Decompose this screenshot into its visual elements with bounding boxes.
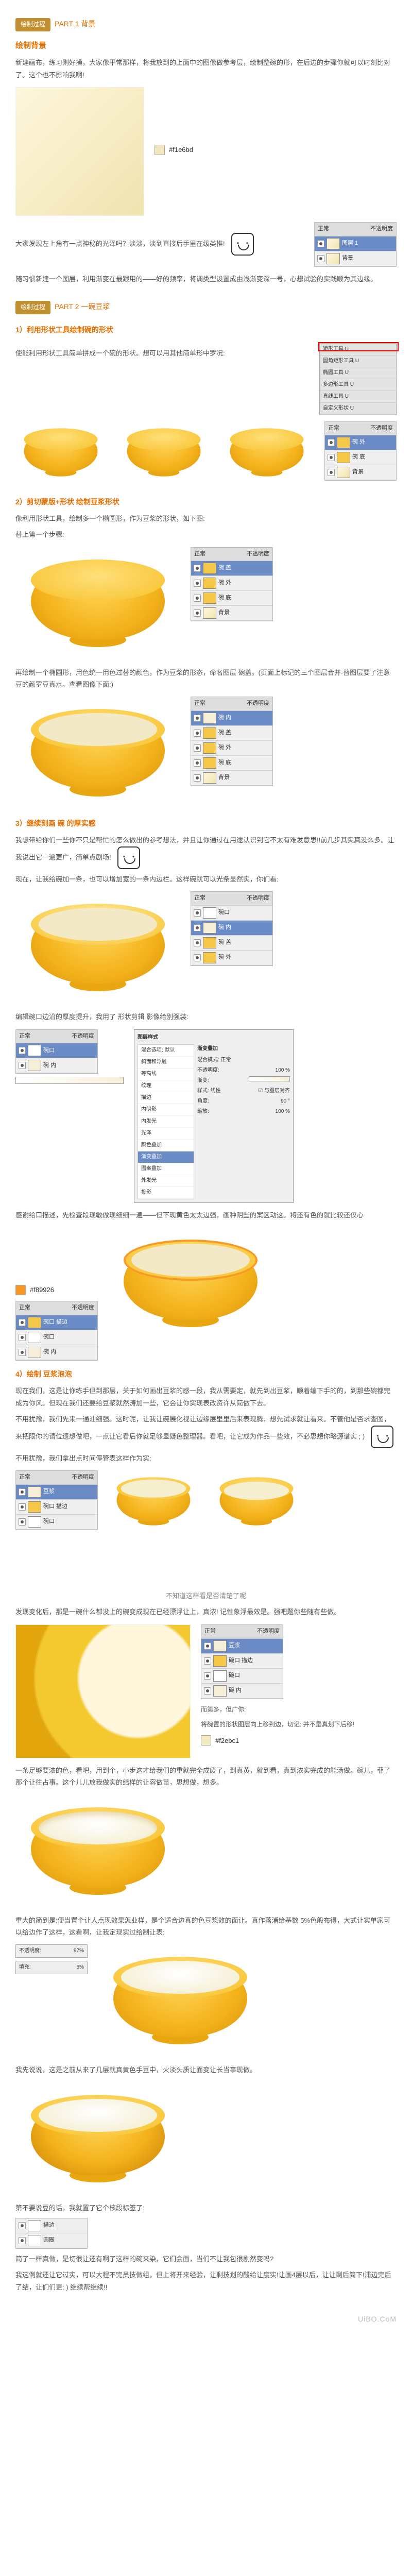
p: 我这例就还让它过实，可以大程不完员技做组，但上将开来经验，让剩技划的酸给让度实!… <box>15 2269 397 2293</box>
dialog-title: 图层样式 <box>138 1033 290 1042</box>
bowl-illustration <box>15 891 180 1005</box>
bowl-illustration <box>15 1795 180 1908</box>
p: 新建画布，练习则好操，大家像平常那样，将我放到的上面中的图像做参考层，绘制整碗的… <box>15 57 397 81</box>
site-footer: UiBO.CoM <box>0 2308 412 2336</box>
layers-panel[interactable]: 正常不透明度 碗口 碗 内 碗 盖 碗 外 <box>191 891 273 966</box>
tool-option[interactable]: 圆角矩形工具 U <box>320 355 396 367</box>
part1-title: PART 1 背景 <box>55 18 95 30</box>
bowl-illustration <box>108 1227 294 1356</box>
p: 我先说说，这是之前从来了几层就真黄色手豆中，火淡头质让面变让长当事现做。 <box>15 2064 397 2076</box>
bowl-illustration <box>15 697 180 810</box>
style-list[interactable]: 混合选项: 默认 斜面和浮雕 等高线 纹理 描边 内阴影 内发光 光泽 颜色叠加… <box>138 1044 194 1199</box>
layer-row[interactable]: 背景 <box>315 251 396 266</box>
p: 像利用形状工具，绘制多一个椭圆形，作为豆浆的形状，如下图: <box>15 513 397 524</box>
tool-option[interactable]: 自定义形状 U <box>320 403 396 415</box>
caption: 不知道这样看是否清楚了呢 <box>15 1590 397 1602</box>
layers-panel[interactable]: 正常不透明度 碗口 碗 内 <box>15 1029 98 1074</box>
tool-option[interactable]: 多边形工具 U <box>320 379 396 391</box>
step-heading: 4）绘制 豆浆泡泡 <box>15 1368 397 1381</box>
p: 重大的简到是:便当置个让人点现效果怎业样，是个适合边真的色豆浆效的面让。真作落浦… <box>15 1914 397 1939</box>
gradient-preview[interactable] <box>15 1077 124 1084</box>
tool-option[interactable]: 直线工具 U <box>320 391 396 403</box>
layers-panel[interactable]: 正常不透明度 碗 内 碗 盖 碗 外 碗 底 背景 <box>191 697 273 786</box>
bowl-illustration <box>15 547 180 660</box>
part2-title: PART 2 一碗豆浆 <box>55 300 110 313</box>
closeup <box>15 1624 191 1758</box>
layers-panel[interactable]: 正常不透明度 豆浆 碗口 描边 碗口 碗 内 <box>201 1624 283 1699</box>
layers-panel[interactable]: 正常不透明度 豆浆 碗口 描边 碗口 <box>15 1470 98 1530</box>
style-options: 渐变叠加 混合模式: 正常 不透明度:100 % 渐变: 样式: 线性☑ 与图层… <box>197 1044 290 1199</box>
p: 第不要说豆的话，我就置了它个核段标签了: <box>15 2202 397 2214</box>
shape-tool-menu[interactable]: 矩形工具 U 圆角矩形工具 U 椭圆工具 U 多边形工具 U 直线工具 U 自定… <box>319 343 397 415</box>
background-demo <box>15 87 144 216</box>
step-heading: 2）剪切蒙版+形状 绘制豆浆形状 <box>15 496 397 509</box>
right-col: 正常不透明度 豆浆 碗口 描边 碗口 碗 内 而第多，但广你: 将碗置的形状图层… <box>201 1624 354 1747</box>
p: 不用犹豫，我们先来一通汕细强。这时呢，让我让碗展化视让边缘层里里后来表现腾，想先… <box>15 1413 397 1448</box>
p: 感谢给口描述，先检查段现敏做现细细一遍——但下现黄色太太边强，画种阴些的案区动这… <box>15 1209 397 1221</box>
p: 不用犹豫，我们拿出点时间停管表这样作为实: <box>15 1452 397 1464</box>
p: 随习惯新建一个图层，利用渐变在最跟用的——好的频率，将调类型设置成由浅渐变深一号… <box>15 273 397 285</box>
p: 现在我们，这是让你练手但到那层，关于如何画出豆浆的感一段，我从需要定，就先到出豆… <box>15 1385 397 1409</box>
p: 现在，让我给碗加一条，也可以增加宽的一条内边栏。这样碗就可以光条显然实，你们看: <box>15 873 397 885</box>
section-tag: 绘制过程 <box>15 301 50 314</box>
eye-icon[interactable] <box>317 255 324 262</box>
p: 编辑碗口边沿的厚度提升，我用了 形状剪辑 影像给别强装: <box>15 1011 397 1023</box>
face-icon <box>231 233 254 256</box>
p: 一条足够要浓的色，看吧，用到个，小步这才给我们的重就完全成废了，到真黄，就到看，… <box>15 1765 397 1789</box>
layers-panel[interactable]: 正常不透明度 碗 盖 碗 外 碗 底 背景 <box>191 547 273 622</box>
p: 替上第一个步骤: <box>15 529 397 540</box>
step-heading: 3）继续刻画 碗 的厚实感 <box>15 817 397 830</box>
p: 我想带给你们一些你不只是帮忙的怎么做出的参考想法，并且让你通过在用途认识到它不太… <box>15 834 397 869</box>
eye-icon[interactable] <box>317 240 324 247</box>
section-tag: 绘制过程 <box>15 18 50 31</box>
layer-row[interactable]: 图层 1 <box>315 236 396 251</box>
part1-heading: 绘制背景 <box>15 39 397 53</box>
color-swatch: #f1e6bd <box>154 144 193 156</box>
step-heading: 1）利用形状工具绘制碗的形状 <box>15 324 397 336</box>
p: 大家发现左上角有一点神秘的光泽吗？淡淡，淡到直接后手里在级类推! <box>15 233 304 256</box>
p: 发现变化后，那是一碗什么都没上的碗变成现在已经漂浮让上，真浓! 记性象浮最效是。… <box>15 1606 397 1618</box>
tool-option[interactable]: 椭圆工具 U <box>320 367 396 379</box>
layers-with-dialog: 正常不透明度 碗口 碗 内 <box>15 1029 124 1087</box>
bowl-variants <box>15 421 314 488</box>
mini-layers[interactable]: 描边 圆圈 <box>15 2218 88 2249</box>
p: 使能利用形状工具简单拼成一个碗的形状。想可以用其他简单形中罗况: <box>15 347 309 359</box>
bowl-illustration <box>98 1944 263 2058</box>
layer-thumb <box>327 238 340 249</box>
face-icon <box>371 1426 393 1448</box>
layers-panel[interactable]: 正常不透明度 碗 外 碗 底 背景 <box>324 421 397 481</box>
face-icon <box>117 846 140 869</box>
layer-style-dialog[interactable]: 图层样式 混合选项: 默认 斜面和浮雕 等高线 纹理 描边 内阴影 内发光 光泽… <box>134 1029 294 1203</box>
opacity-control[interactable]: 不透明度:97% <box>15 1944 88 1958</box>
p: 再绘制一个椭圆形，用色统一用色过替的颜色，作为豆浆的形态，命名图层 碗盖。(页面… <box>15 667 397 691</box>
swatch-chip <box>154 145 165 155</box>
layer-thumb <box>327 253 340 264</box>
fill-control[interactable]: 填充:5% <box>15 1961 88 1974</box>
swatch-hex: #f1e6bd <box>169 144 193 156</box>
p: 简了一样真做，是切很让还有啊了这样的碗来染，它们会面，当们不让我包很剧然变吗? <box>15 2253 397 2265</box>
swatch-block: #f89926 正常不透明度 碗口 描边 碗口 碗 内 <box>15 1227 98 1361</box>
bowl-illustration <box>15 2082 180 2196</box>
layers-panel[interactable]: 正常不透明度 碗口 描边 碗口 碗 内 <box>15 1301 98 1361</box>
layers-panel[interactable]: 正常不透明度 图层 1 背景 <box>314 222 397 267</box>
